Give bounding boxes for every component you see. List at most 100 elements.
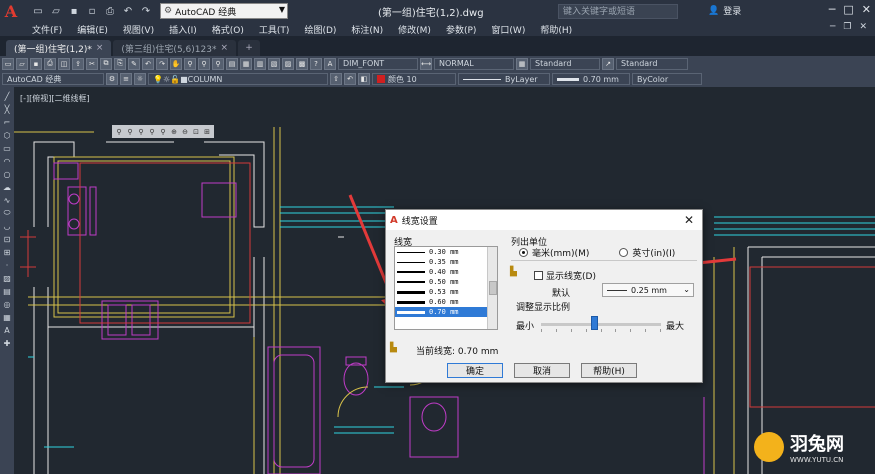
- save-icon[interactable]: ▪: [30, 57, 42, 70]
- display-scale-slider[interactable]: [541, 323, 661, 326]
- dim-style-select[interactable]: NORMAL: [434, 57, 514, 70]
- scrollbar-thumb[interactable]: [489, 281, 497, 295]
- table-icon[interactable]: ▦: [2, 312, 12, 322]
- design-center-icon[interactable]: ▦: [240, 57, 252, 70]
- ellipse-arc-icon[interactable]: ◡: [2, 221, 12, 231]
- copy-icon[interactable]: ⧉: [100, 57, 112, 70]
- show-lineweight-checkbox[interactable]: 显示线宽(D): [534, 269, 596, 282]
- pan-icon[interactable]: ✋: [170, 57, 182, 70]
- new-tab-button[interactable]: +: [238, 40, 260, 56]
- ok-button[interactable]: 确定: [447, 363, 503, 378]
- list-item[interactable]: 0.53 mm: [395, 287, 497, 297]
- autocad-logo[interactable]: A: [0, 0, 22, 22]
- checkbox-label[interactable]: 显示线宽(D): [546, 269, 596, 282]
- checkbox[interactable]: [534, 271, 543, 280]
- revcloud-icon[interactable]: ☁: [2, 182, 12, 192]
- radio-inch-label[interactable]: 英寸(in)(I): [632, 246, 675, 259]
- radio-mm[interactable]: [519, 248, 528, 257]
- make-block-icon[interactable]: ⊞: [2, 247, 12, 257]
- point-icon[interactable]: ·: [2, 260, 12, 270]
- menu-tools[interactable]: 工具(T): [259, 23, 290, 36]
- zoom-window-icon[interactable]: ⚲: [114, 126, 124, 137]
- arc-icon[interactable]: ◠: [2, 156, 12, 166]
- menu-modify[interactable]: 修改(M): [398, 23, 431, 36]
- layer-previous-icon[interactable]: ↶: [344, 73, 356, 85]
- zoom-dynamic-icon[interactable]: ⚲: [125, 126, 135, 137]
- list-item[interactable]: 0.50 mm: [395, 277, 497, 287]
- user-area[interactable]: 👤 登录: [708, 4, 741, 18]
- polygon-icon[interactable]: ⬡: [2, 130, 12, 140]
- paste-icon[interactable]: ⎘: [114, 57, 126, 70]
- multileader-style-select[interactable]: Standard: [616, 57, 688, 70]
- rectangle-icon[interactable]: ▭: [2, 143, 12, 153]
- layer-state-icon[interactable]: ☼: [134, 73, 146, 85]
- workspace-select[interactable]: ⚙ AutoCAD 经典 ▼: [160, 3, 288, 19]
- new-icon[interactable]: ▭: [2, 57, 14, 70]
- layer-manager-icon[interactable]: ≡: [120, 73, 132, 85]
- markup-icon[interactable]: ▨: [282, 57, 294, 70]
- text-style-select[interactable]: DIM_FONT: [338, 57, 418, 70]
- menu-insert[interactable]: 插入(I): [169, 23, 197, 36]
- zoom-window-icon[interactable]: ⚲: [198, 57, 210, 70]
- file-tab-2[interactable]: (第三组)住宅(5,6)123* ×: [113, 40, 236, 56]
- layer-iso-icon[interactable]: ◧: [358, 73, 370, 85]
- workspace-settings-icon[interactable]: ⚙: [106, 73, 118, 85]
- close-icon[interactable]: ✕: [862, 3, 871, 16]
- zoom-extents-icon[interactable]: ⊞: [202, 126, 212, 137]
- cut-icon[interactable]: ✂: [86, 57, 98, 70]
- print-icon[interactable]: ⎙: [102, 3, 118, 19]
- save-icon[interactable]: ▪: [66, 3, 82, 19]
- line-icon[interactable]: ╱: [2, 91, 12, 101]
- zoom-realtime-icon[interactable]: ⚲: [184, 57, 196, 70]
- color-dropdown[interactable]: 颜色 10: [372, 73, 456, 85]
- make-current-icon[interactable]: ⇧: [330, 73, 342, 85]
- dim-style-icon[interactable]: ⟷: [420, 57, 432, 70]
- radio-inch[interactable]: [619, 248, 629, 257]
- close-icon[interactable]: ✕: [684, 213, 694, 227]
- dialog-title-bar[interactable]: A 线宽设置 ✕: [386, 210, 702, 230]
- table-style-icon[interactable]: ▦: [516, 57, 528, 70]
- lineweight-list[interactable]: 0.30 mm 0.35 mm 0.40 mm 0.50 mm 0.53 mm …: [394, 246, 498, 330]
- menu-edit[interactable]: 编辑(E): [77, 23, 108, 36]
- redo-icon[interactable]: ↷: [156, 57, 168, 70]
- menu-view[interactable]: 视图(V): [123, 23, 154, 36]
- redo-icon[interactable]: ↷: [138, 3, 154, 19]
- file-tab-1[interactable]: (第一组)住宅(1,2)* ×: [6, 40, 112, 56]
- quickcalc-icon[interactable]: ▩: [296, 57, 308, 70]
- undo-icon[interactable]: ↶: [142, 57, 154, 70]
- list-item[interactable]: 0.30 mm: [395, 247, 497, 257]
- properties-icon[interactable]: ▤: [226, 57, 238, 70]
- layer-dropdown[interactable]: 💡☼🔓■ COLUMN: [148, 73, 328, 85]
- list-item[interactable]: 0.60 mm: [395, 297, 497, 307]
- menu-dimension[interactable]: 标注(N): [351, 23, 383, 36]
- text-style-icon[interactable]: A: [324, 57, 336, 70]
- login-label[interactable]: 登录: [723, 4, 741, 17]
- doc-minimize-icon[interactable]: ─: [830, 22, 835, 32]
- gradient-icon[interactable]: ▤: [2, 286, 12, 296]
- construction-line-icon[interactable]: ╳: [2, 104, 12, 114]
- multileader-style-icon[interactable]: ↗: [602, 57, 614, 70]
- workspace-dropdown[interactable]: AutoCAD 经典: [2, 73, 104, 85]
- menu-format[interactable]: 格式(O): [212, 23, 244, 36]
- preview-icon[interactable]: ◫: [58, 57, 70, 70]
- insert-block-icon[interactable]: ⊡: [2, 234, 12, 244]
- minimize-icon[interactable]: ─: [829, 3, 836, 16]
- save-as-icon[interactable]: ▫: [84, 3, 100, 19]
- mtext-icon[interactable]: A: [2, 325, 12, 335]
- tool-palettes-icon[interactable]: ▥: [254, 57, 266, 70]
- zoom-out-icon[interactable]: ⊖: [180, 126, 190, 137]
- region-icon[interactable]: ◎: [2, 299, 12, 309]
- ellipse-icon[interactable]: ⬭: [2, 208, 12, 218]
- zoom-in-icon[interactable]: ⊕: [169, 126, 179, 137]
- doc-restore-icon[interactable]: ❐: [843, 22, 851, 32]
- default-lineweight-select[interactable]: 0.25 mm ⌄: [602, 283, 694, 297]
- plotstyle-dropdown[interactable]: ByColor: [632, 73, 702, 85]
- doc-close-icon[interactable]: ✕: [859, 22, 867, 32]
- list-item[interactable]: 0.35 mm: [395, 257, 497, 267]
- list-item[interactable]: 0.40 mm: [395, 267, 497, 277]
- menu-window[interactable]: 窗口(W): [491, 23, 525, 36]
- menu-help[interactable]: 帮助(H): [540, 23, 572, 36]
- open-icon[interactable]: ▱: [48, 3, 64, 19]
- menu-draw[interactable]: 绘图(D): [304, 23, 336, 36]
- add-selected-icon[interactable]: ✚: [2, 338, 12, 348]
